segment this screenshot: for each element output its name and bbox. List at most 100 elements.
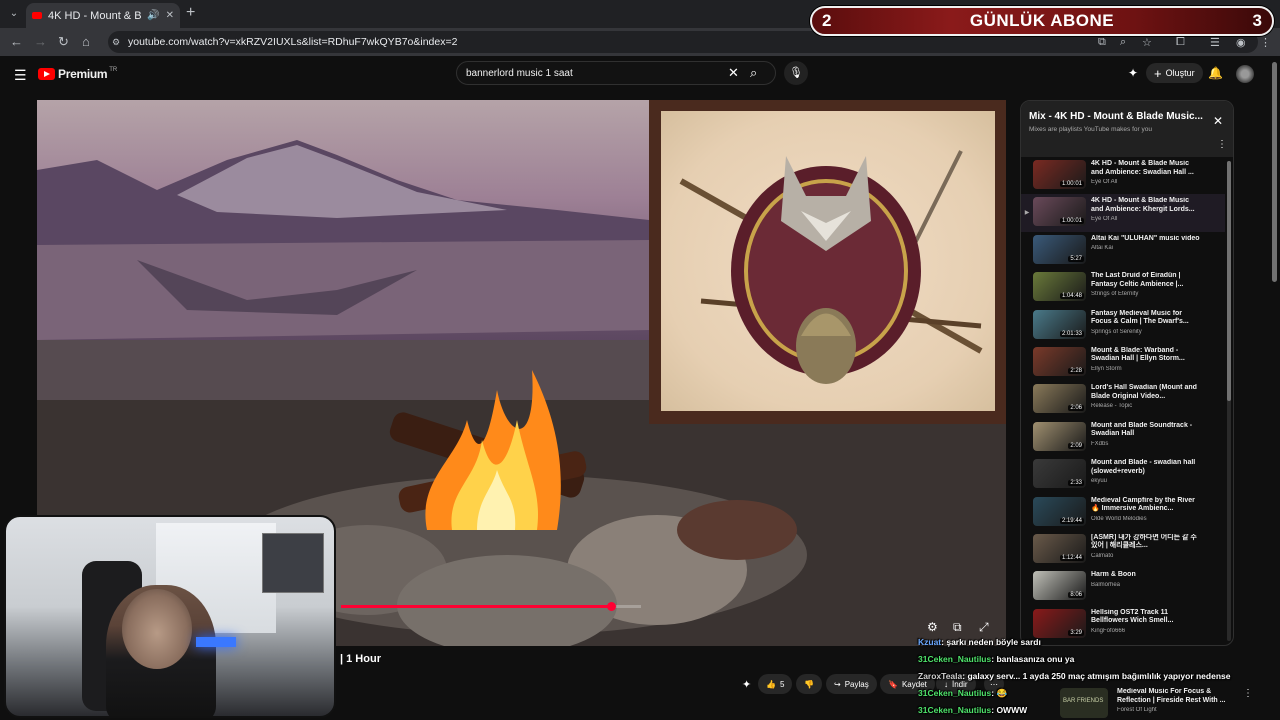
playlist-item-channel: Release - Topic — [1091, 403, 1133, 410]
back-icon[interactable]: ← — [10, 34, 23, 49]
microphone-icon[interactable]: 🎙 — [784, 61, 808, 85]
chat-text: 😂 — [996, 688, 1008, 698]
chat-username: 31Ceken_Nautilus — [918, 654, 992, 664]
playlist-item-title: Mount & Blade: Warband - Swadian Hall | … — [1091, 346, 1185, 363]
logo-text: Premium — [58, 67, 108, 81]
profile-icon[interactable]: ◉ — [1236, 36, 1246, 49]
playlist-item-channel: Springs of Serenity — [1091, 328, 1142, 335]
playlist-thumbnail: 2:19:44 — [1033, 496, 1086, 526]
playlist-item[interactable]: 5:27 Altai Kai "ULUHAN" music video Altai … — [1021, 232, 1225, 269]
close-playlist-icon[interactable]: ✕ — [1213, 114, 1223, 128]
playlist-item[interactable]: 1:00:01 4K HD - Mount & Blade Music and A… — [1021, 157, 1225, 194]
playlist-thumbnail: 1:00:01 — [1033, 160, 1086, 189]
playlist-item[interactable]: 2:09 Mount and Blade Soundtrack - Swadian… — [1021, 419, 1225, 456]
search-icon[interactable]: ⌕ — [750, 65, 757, 81]
forward-icon[interactable]: → — [34, 34, 47, 49]
reading-list-icon[interactable]: ☰ — [1210, 36, 1220, 49]
playlist-duration: 5:27 — [1068, 255, 1084, 262]
extension-puzzle-icon[interactable]: ✦ — [1128, 66, 1138, 80]
playlist-item-title: 4K HD - Mount & Blade Music and Ambience… — [1091, 197, 1195, 213]
miniplayer-icon[interactable]: ⧉ — [953, 620, 962, 635]
playlist-item[interactable]: 1:12:44 [ASMR] 내가 강하다면 어디든 갈 수 있어 | 해리클레스… — [1021, 531, 1225, 568]
playlist-item-channel: ekyuu — [1091, 478, 1108, 485]
chat-text: banlasanıza onu ya — [996, 654, 1075, 664]
playlist-thumbnail: 1:00:01 — [1033, 197, 1086, 227]
playlist-thumbnail: 2:06 — [1033, 384, 1086, 414]
playlist-title[interactable]: Mix - 4K HD - Mount & Blade Music... — [1029, 111, 1207, 122]
avatar[interactable] — [1236, 65, 1254, 83]
playlist-index — [1021, 384, 1033, 396]
fullscreen-icon[interactable]: ⤢ — [979, 620, 989, 635]
browser-tab-active[interactable]: 4K HD - Mount & Blade Mu 🔊 ✕ — [26, 3, 180, 28]
playlist-item-channel: Olde World Melodies — [1091, 515, 1147, 522]
chat-message: ZaroxTeala: galaxy serv... 1 ayda 250 ma… — [918, 668, 1280, 685]
extensions-icon[interactable]: ⧠ — [1176, 36, 1185, 49]
playlist-duration: 1:12:44 — [1059, 554, 1084, 561]
clear-search-icon[interactable]: ✕ — [728, 65, 739, 81]
create-button[interactable]: + Oluştur — [1146, 63, 1203, 83]
site-info-icon[interactable]: ⚙ — [112, 37, 120, 48]
extension-action-icon[interactable]: ✦ — [742, 678, 751, 691]
playlist-item-title: Fantasy Medieval Music for Focus & Calm … — [1091, 309, 1189, 326]
playlist-item[interactable]: 2:01:33 Fantasy Medieval Music for Focus … — [1021, 307, 1225, 344]
share-button[interactable]: ↪ Paylaş — [826, 674, 877, 694]
playlist-index — [1021, 609, 1033, 621]
settings-gear-icon[interactable]: ⚙ — [927, 620, 938, 634]
playlist-item-channel: FXdbs — [1091, 440, 1109, 447]
playlist-header: Mix - 4K HD - Mount & Blade Music... Mix… — [1021, 101, 1233, 157]
reload-icon[interactable]: ↻ — [58, 34, 69, 50]
create-label: Oluştur — [1165, 68, 1195, 78]
playlist-item[interactable]: 1:04:48 The Last Druid of Eiradûn | Fanta… — [1021, 269, 1225, 306]
playlist-index — [1021, 310, 1033, 322]
webcam-led-light — [196, 637, 236, 647]
playlist-duration: 2:19:44 — [1059, 517, 1084, 524]
playlist-duration: 1:00:01 — [1059, 218, 1084, 225]
playlist-scrollbar[interactable] — [1227, 161, 1231, 641]
zoom-icon[interactable]: ⌕ — [1120, 36, 1126, 49]
playlist-scroll-thumb[interactable] — [1227, 161, 1231, 401]
logo-region: TR — [109, 67, 118, 73]
browser-menu-icon[interactable]: ⋮ — [1260, 36, 1271, 49]
like-button[interactable]: 👍 5 — [758, 674, 793, 694]
chat-username: 31Ceken_Nautilus — [918, 688, 992, 698]
thumbs-down-icon: 👎 — [804, 679, 814, 689]
playlist-item[interactable]: 2:06 Lord's Hall Swadian (Mount and Blade… — [1021, 381, 1225, 418]
like-count: 5 — [779, 679, 785, 689]
playlist-item[interactable]: ▶ 1:00:01 4K HD - Mount & Blade Music and … — [1021, 194, 1225, 232]
dislike-button[interactable]: 👎 — [796, 674, 822, 694]
playlist-subtitle: Mixes are playlists YouTube makes for yo… — [1029, 126, 1152, 133]
now-playing-icon: ▶ — [1024, 210, 1030, 217]
chat-message: 31Ceken_Nautilus: 😂 — [918, 685, 1280, 702]
tab-audio-icon[interactable]: 🔊 — [147, 10, 159, 21]
wolf-shield-emblem — [679, 150, 983, 384]
chat-username: Kzuat — [918, 637, 942, 647]
playlist-item[interactable]: 2:19:44 Medieval Campfire by the River 🔥 … — [1021, 494, 1225, 531]
chat-text: galaxy serv... 1 ayda 250 maç atmışım ba… — [967, 671, 1231, 681]
youtube-logo[interactable]: Premium TR — [38, 67, 117, 81]
playlist-panel: Mix - 4K HD - Mount & Blade Music... Mix… — [1020, 100, 1234, 646]
playlist-duration: 1:04:48 — [1059, 293, 1084, 300]
home-icon[interactable]: ⌂ — [82, 34, 90, 49]
overlay-left-count: 2 — [822, 11, 832, 30]
playlist-item[interactable]: 2:28 Mount & Blade: Warband - Swadian Hal… — [1021, 344, 1225, 381]
tab-search-button[interactable]: ⌄ — [6, 6, 22, 22]
playlist-item[interactable]: 8:06 Harm & Boon Balmorhea — [1021, 568, 1225, 605]
playlist-item[interactable]: 2:33 Mount and Blade - swadian hall (slow… — [1021, 456, 1225, 493]
menu-icon[interactable]: ☰ — [14, 67, 27, 84]
progress-scrubber[interactable] — [607, 602, 616, 611]
playlist-thumbnail: 2:33 — [1033, 459, 1086, 489]
playlist-more-icon[interactable]: ⋮ — [1217, 139, 1227, 150]
notifications-bell-icon[interactable]: 🔔 — [1208, 66, 1223, 80]
playlist-item-title: Altai Kai "ULUHAN" music video — [1091, 234, 1200, 242]
playlist-duration: 2:01:33 — [1059, 330, 1084, 337]
tab-close-icon[interactable]: ✕ — [166, 10, 174, 21]
playlist-item-title: 4K HD - Mount & Blade Music and Ambience… — [1091, 160, 1194, 176]
bookmark-star-icon[interactable]: ☆ — [1142, 36, 1152, 49]
video-progress-bar[interactable] — [341, 602, 641, 611]
page-scrollbar[interactable] — [1272, 62, 1277, 282]
install-icon[interactable]: ⧉ — [1098, 36, 1106, 49]
playlist-item-channel: Calmato — [1091, 552, 1114, 559]
progress-fill — [341, 605, 611, 608]
new-tab-button[interactable]: + — [186, 4, 195, 22]
playlist-items: 1:00:01 4K HD - Mount & Blade Music and A… — [1021, 157, 1225, 643]
